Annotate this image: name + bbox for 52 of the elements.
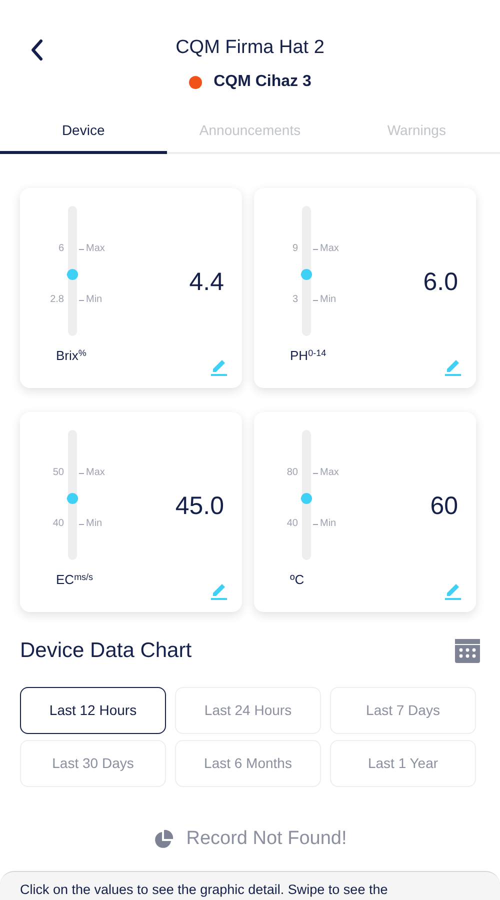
tick-value: 40 (52, 518, 64, 530)
tick-label: Max (320, 467, 339, 479)
range-button[interactable]: Last 7 Days (330, 687, 476, 734)
tick-mark (313, 524, 318, 525)
sensor-value: 4.4 (189, 267, 224, 298)
tick-label: Max (86, 467, 105, 479)
tick-value: 50 (52, 467, 64, 479)
tick-mark (79, 473, 84, 474)
pie-chart-icon (153, 828, 174, 850)
calendar-icon[interactable] (455, 638, 480, 663)
range-button[interactable]: Last 12 Hours (20, 687, 166, 734)
tick-mark (79, 249, 84, 250)
tab[interactable]: Announcements (166, 110, 334, 154)
sensor-card[interactable]: 80 Max 40 Min 60 ºC (254, 412, 476, 612)
tick-mark (313, 249, 318, 250)
tick-value: 40 (286, 518, 298, 530)
tick-mark (79, 300, 84, 301)
tick-label: Min (86, 518, 102, 530)
tick-label: Min (320, 294, 336, 306)
sensor-card[interactable]: 6 Max 2.8 Min 4.4 Brix$^{%}$ (20, 188, 242, 388)
tick-mark (313, 300, 318, 301)
device-name: CQM Cihaz 3 (214, 72, 312, 92)
range-button[interactable]: Last 24 Hours (175, 687, 321, 734)
tick-label: Max (320, 243, 339, 255)
sensor-value: 6.0 (423, 267, 458, 298)
tick-value: 9 (292, 243, 298, 255)
tab[interactable]: Device (0, 110, 167, 154)
tick-value: 3 (292, 294, 298, 306)
sensor-value: 45.0 (175, 491, 224, 522)
range-button[interactable]: Last 1 Year (330, 740, 476, 788)
tick-value: 80 (286, 467, 298, 479)
page-title: CQM Firma Hat 2 (176, 36, 324, 60)
sensor-card[interactable]: 9 Max 3 Min 6.0 PH$^{0-14}$ (254, 188, 476, 388)
tick-mark (79, 524, 84, 525)
sensor-unit: Brix$^{%}$ (56, 346, 86, 365)
sensor-value: 60 (430, 491, 458, 522)
range-button[interactable]: Last 6 Months (175, 740, 321, 788)
tab[interactable]: Warnings (333, 110, 500, 154)
sensor-unit: ºC (290, 571, 304, 589)
sensor-unit: EC$^{ms/s}$ (56, 570, 94, 589)
tick-label: Min (86, 294, 102, 306)
range-button[interactable]: Last 30 Days (20, 740, 166, 788)
sensor-unit: PH$^{0-14}$ (290, 346, 326, 365)
empty-message: Record Not Found! (186, 827, 347, 852)
tick-label: Max (86, 243, 105, 255)
tick-value: 6 (58, 243, 64, 255)
tick-mark (313, 473, 318, 474)
hint-text: Click on the values to see the graphic detail. Swipe to see the (20, 880, 389, 899)
tick-label: Min (320, 518, 336, 530)
section-title: Device Data Chart (20, 638, 192, 664)
tick-value: 2.8 (50, 294, 64, 306)
sensor-card[interactable]: 50 Max 40 Min 45.0 EC$^{ms/s}$ (20, 412, 242, 612)
